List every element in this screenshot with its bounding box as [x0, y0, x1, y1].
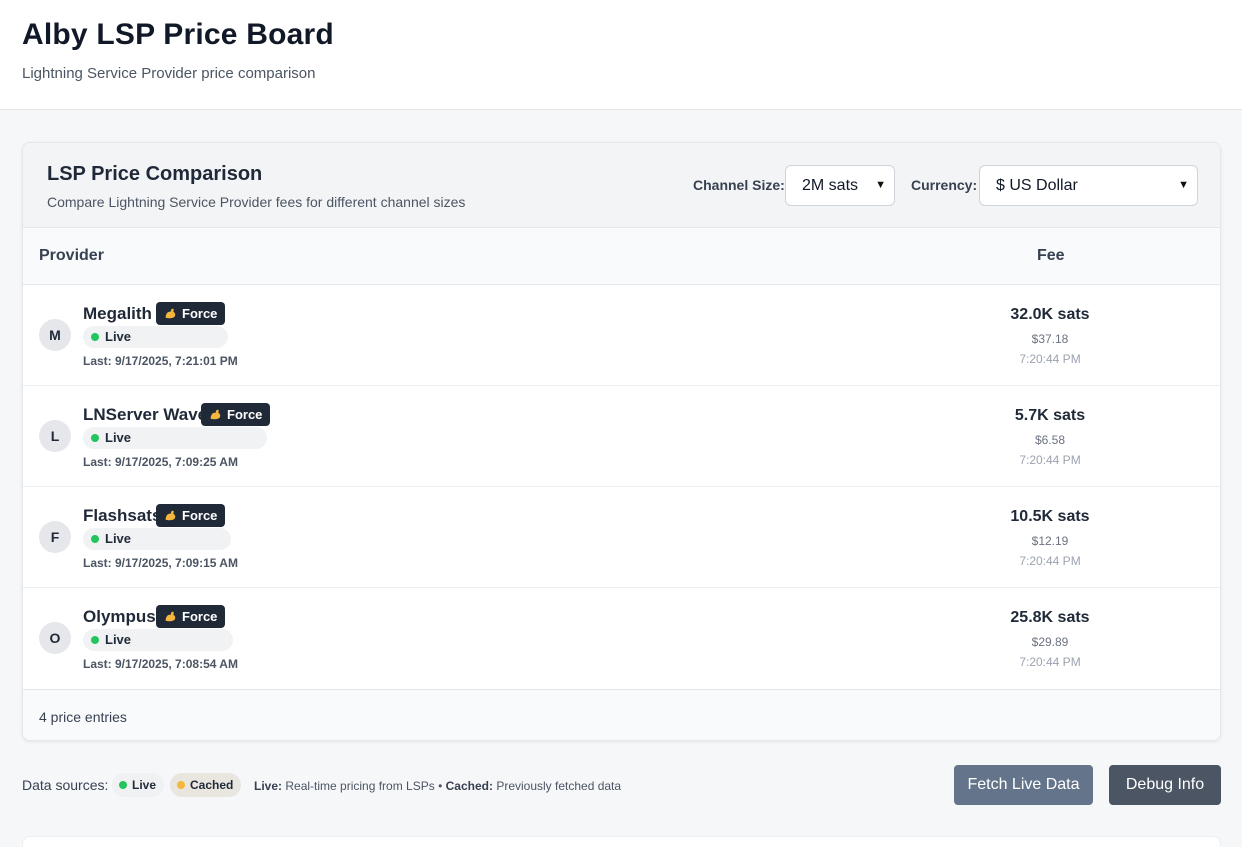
- page-subtitle: Lightning Service Provider price compari…: [22, 65, 316, 82]
- avatar: L: [39, 420, 71, 452]
- currency-value: $ US Dollar: [996, 177, 1078, 194]
- table-header: Provider Fee: [23, 228, 1220, 285]
- column-header-provider[interactable]: Provider: [39, 247, 104, 265]
- last-updated: Last: 9/17/2025, 7:09:25 AM: [83, 455, 238, 469]
- flexed-biceps-icon: [210, 409, 221, 420]
- fee-time: 7:20:44 PM: [1019, 453, 1081, 467]
- fee-time: 7:20:44 PM: [1019, 655, 1081, 669]
- force-label: Force: [182, 609, 218, 624]
- green-dot-icon: [91, 535, 99, 543]
- live-legend-pill: Live: [112, 773, 165, 797]
- last-updated: Last: 9/17/2025, 7:09:15 AM: [83, 556, 238, 570]
- card-header: LSP Price Comparison Compare Lightning S…: [23, 143, 1220, 228]
- chevron-down-icon: ▼: [1178, 179, 1189, 191]
- last-updated: Last: 9/17/2025, 7:21:01 PM: [83, 354, 238, 368]
- flexed-biceps-icon: [165, 611, 176, 622]
- force-button[interactable]: Force: [156, 605, 226, 628]
- table-row: M Megalith Force Live Last: 9/17/2025, 7…: [23, 285, 1220, 386]
- fee-sats: 32.0K sats: [1010, 306, 1090, 323]
- channel-size-label: Channel Size:: [693, 177, 785, 193]
- chevron-down-icon: ▼: [875, 179, 886, 191]
- green-dot-icon: [91, 636, 99, 644]
- status-text: Live: [105, 632, 132, 647]
- comparison-card: LSP Price Comparison Compare Lightning S…: [22, 142, 1221, 741]
- channel-size-select[interactable]: 2M sats ▼: [785, 165, 895, 206]
- live-desc: Real-time pricing from LSPs •: [285, 779, 443, 793]
- column-header-fee[interactable]: Fee: [1037, 247, 1065, 265]
- avatar: O: [39, 622, 71, 654]
- provider-name: Olympus: [83, 607, 156, 626]
- avatar: M: [39, 319, 71, 351]
- flexed-biceps-icon: [165, 308, 176, 319]
- debug-info-button[interactable]: Debug Info: [1109, 765, 1221, 805]
- status-badge: Live: [83, 528, 231, 550]
- fee-sats: 5.7K sats: [1014, 407, 1086, 424]
- page-header: Alby LSP Price Board Lightning Service P…: [0, 0, 1242, 110]
- channel-size-value: 2M sats: [802, 177, 859, 194]
- status-badge: Live: [83, 427, 267, 449]
- cached-desc: Previously fetched data: [496, 779, 622, 793]
- status-badge: Live: [83, 629, 233, 651]
- flexed-biceps-icon: [165, 510, 176, 521]
- fee-usd: $37.18: [1031, 332, 1069, 346]
- fee-sats: 25.8K sats: [1010, 609, 1090, 626]
- table-row: F Flashsats Force Live Last: 9/17/2025, …: [23, 487, 1220, 588]
- fetch-live-data-button[interactable]: Fetch Live Data: [954, 765, 1093, 805]
- green-dot-icon: [91, 333, 99, 341]
- provider-name: Megalith: [83, 304, 152, 323]
- cached-legend-pill: Cached: [170, 773, 242, 797]
- fee-usd: $29.89: [1031, 635, 1069, 649]
- fee-sats: 10.5K sats: [1010, 508, 1090, 525]
- green-dot-icon: [91, 434, 99, 442]
- legend-description: Live: Real-time pricing from LSPs • Cach…: [254, 779, 621, 793]
- entry-count: 4 price entries: [39, 709, 127, 725]
- card-title: LSP Price Comparison: [47, 163, 263, 185]
- avatar: F: [39, 521, 71, 553]
- fee-time: 7:20:44 PM: [1019, 554, 1081, 568]
- force-label: Force: [227, 407, 263, 422]
- green-dot-icon: [119, 781, 127, 789]
- currency-select[interactable]: $ US Dollar ▼: [979, 165, 1198, 206]
- card-footer: 4 price entries: [23, 689, 1220, 740]
- table-row: O Olympus Force Live Last: 9/17/2025, 7:…: [23, 588, 1220, 689]
- fee-usd: $12.19: [1031, 534, 1069, 548]
- provider-name: LNServer Wave: [83, 405, 208, 424]
- secondary-card: [22, 836, 1221, 847]
- live-pill-text: Live: [132, 778, 157, 792]
- currency-label: Currency:: [911, 177, 978, 193]
- force-button[interactable]: Force: [156, 302, 226, 325]
- cached-key: Cached:: [445, 779, 493, 793]
- fee-time: 7:20:44 PM: [1019, 352, 1081, 366]
- status-text: Live: [105, 329, 132, 344]
- status-text: Live: [105, 430, 132, 445]
- page-title: Alby LSP Price Board: [22, 18, 334, 51]
- force-label: Force: [182, 306, 218, 321]
- force-button[interactable]: Force: [201, 403, 271, 426]
- provider-name: Flashsats: [83, 506, 162, 525]
- status-badge: Live: [83, 326, 228, 348]
- last-updated: Last: 9/17/2025, 7:08:54 AM: [83, 657, 238, 671]
- yellow-dot-icon: [177, 781, 185, 789]
- table-row: L LNServer Wave Force Live Last: 9/17/20…: [23, 386, 1220, 487]
- force-label: Force: [182, 508, 218, 523]
- cached-pill-text: Cached: [190, 778, 234, 792]
- live-key: Live:: [254, 779, 283, 793]
- status-text: Live: [105, 531, 132, 546]
- card-description: Compare Lightning Service Provider fees …: [47, 194, 466, 210]
- force-button[interactable]: Force: [156, 504, 226, 527]
- data-sources-label: Data sources:: [22, 777, 109, 793]
- fee-usd: $6.58: [1034, 433, 1066, 447]
